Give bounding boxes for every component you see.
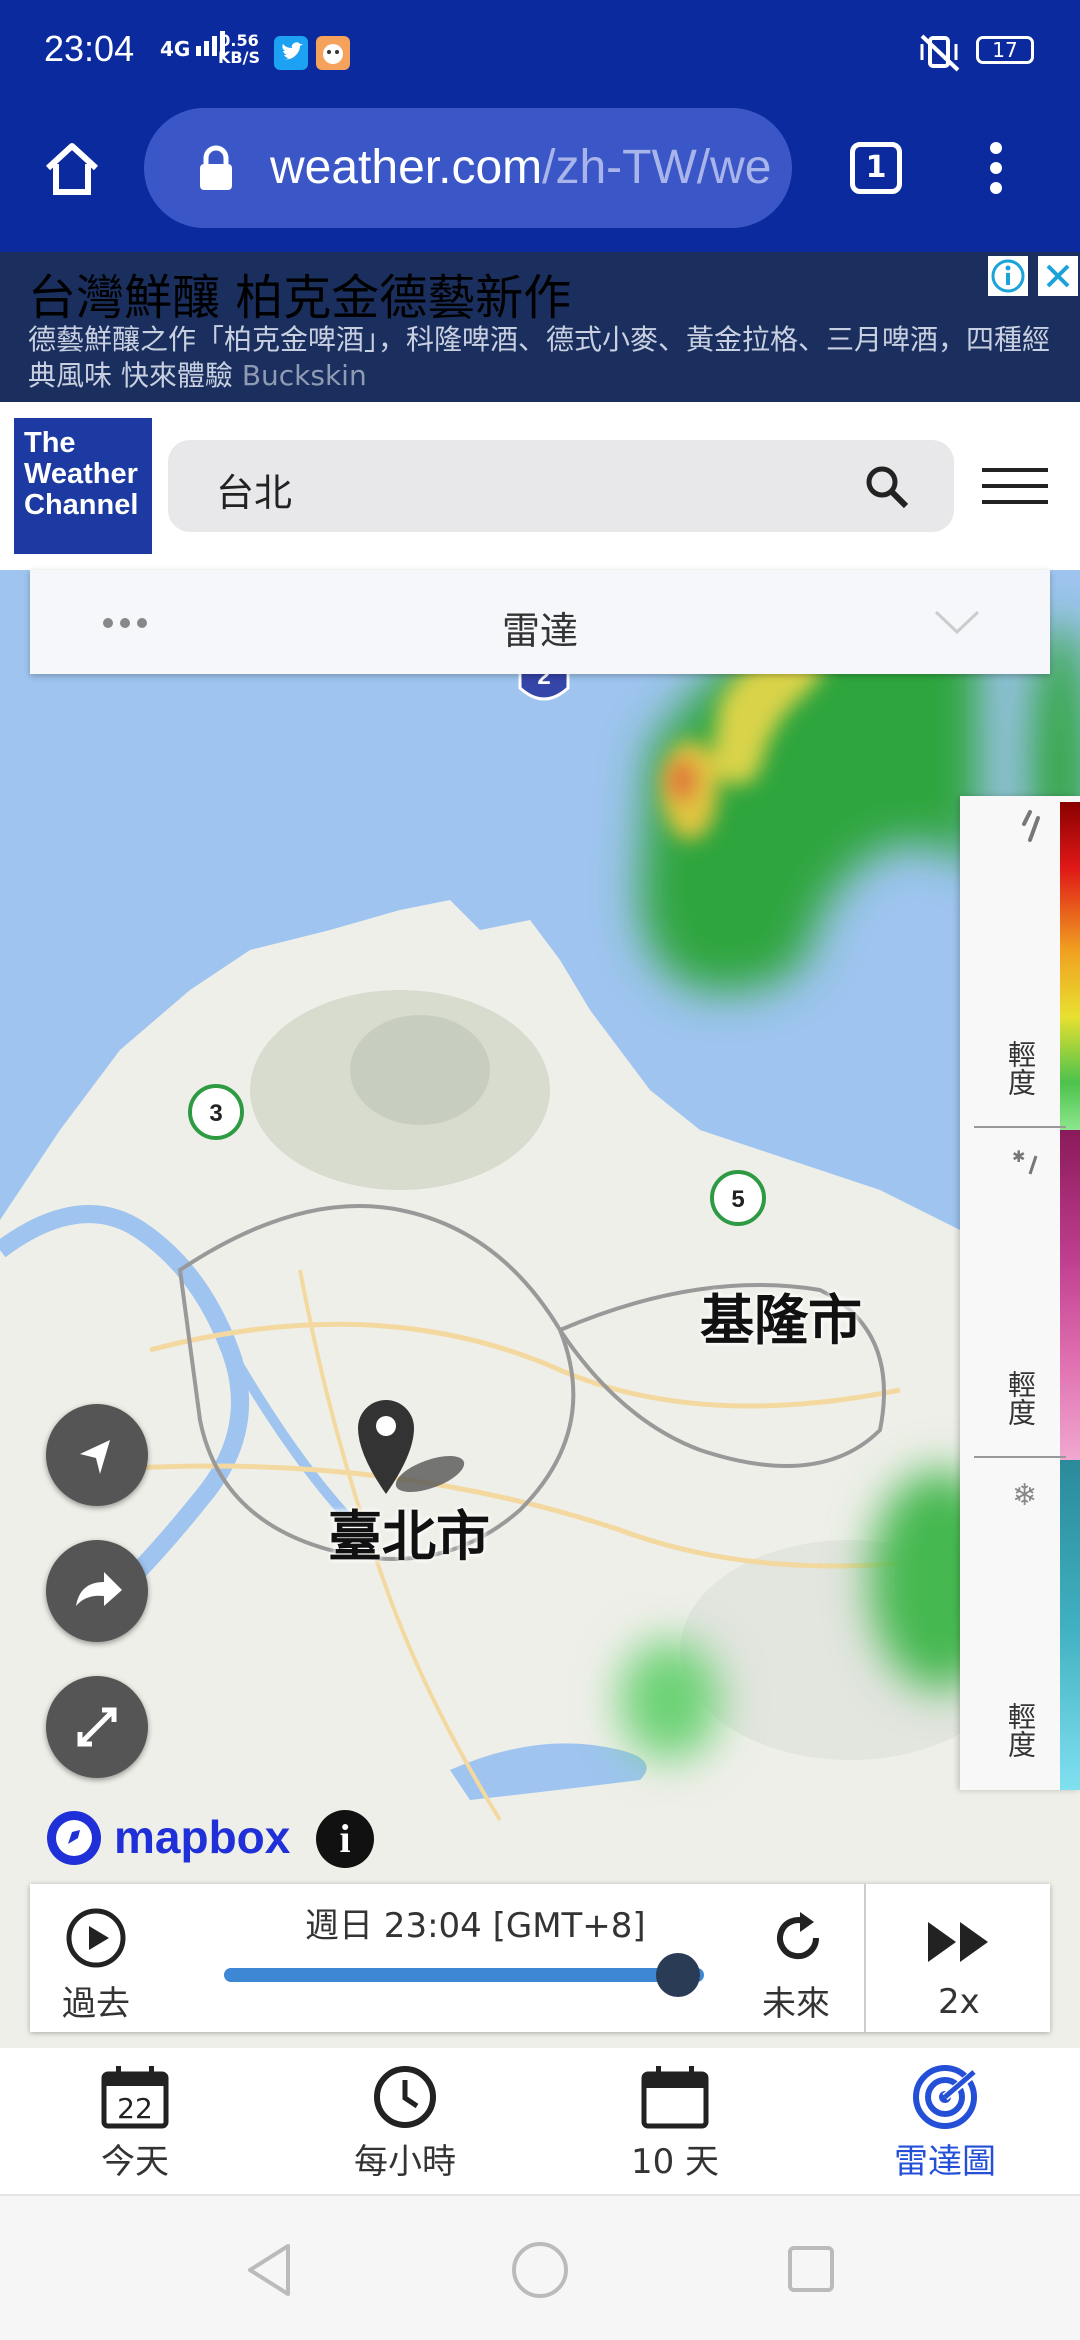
search-value: 台北 xyxy=(216,471,293,515)
ad-title[interactable]: 台灣鮮釀 柏克金德藝新作 xyxy=(28,258,571,328)
network-type: 4G xyxy=(160,37,191,61)
timeline-slider-handle[interactable] xyxy=(656,1953,700,1997)
layer-selector[interactable]: 雷達 xyxy=(30,570,1050,674)
status-bar: 23:04 4G 0.56 KB/S 17 xyxy=(0,0,1080,100)
svg-text:✱: ✱ xyxy=(1012,1147,1025,1166)
battery-level: 17 xyxy=(992,38,1018,62)
speed-label[interactable]: 2x xyxy=(938,1982,980,2022)
vibrate-mute-icon xyxy=(918,32,962,76)
today-day-number: 22 xyxy=(117,2092,153,2125)
route-marker-5: 5 xyxy=(708,1168,768,1232)
logo-line-2: Weather xyxy=(24,458,138,490)
future-label[interactable]: 未來 xyxy=(762,1976,830,2025)
search-icon[interactable] xyxy=(862,462,910,514)
mountain-peak xyxy=(350,1015,490,1125)
nav-radar-label: 雷達圖 xyxy=(894,2142,996,2182)
weather-channel-logo[interactable]: The Weather Channel xyxy=(14,418,152,554)
location-pin-icon[interactable] xyxy=(350,1394,470,1508)
share-arrow-icon xyxy=(76,1572,122,1606)
locate-me-button[interactable] xyxy=(46,1404,148,1506)
calendar-icon xyxy=(640,2064,710,2134)
lock-icon xyxy=(196,144,236,196)
nav-10day[interactable]: 10 天 xyxy=(540,2048,810,2194)
ad-body-text: 德藝鮮釀之作「柏克金啤酒」，科隆啤酒、德式小麥、黃金拉格、三月啤酒，四種經典風味… xyxy=(28,323,1051,392)
play-button[interactable] xyxy=(64,1906,128,1974)
fullscreen-button[interactable] xyxy=(46,1676,148,1778)
recents-icon[interactable] xyxy=(786,2244,836,2298)
nav-radar[interactable]: 雷達圖 xyxy=(810,2048,1080,2194)
home-circle-icon[interactable] xyxy=(510,2240,570,2304)
url-domain: weather.com xyxy=(270,141,543,194)
attribution-info-icon[interactable]: i xyxy=(316,1810,374,1868)
bottom-navigation: 22 今天 每小時 10 天 雷達圖 xyxy=(0,2048,1080,2196)
battery-indicator: 17 xyxy=(976,36,1034,64)
radar-legend: ✱ ❄ 輕度 輕度 輕度 xyxy=(960,796,1080,1790)
url-path: /zh-TW/we xyxy=(542,141,770,194)
mapbox-logo-icon[interactable] xyxy=(44,1808,104,1872)
ad-close-icon[interactable] xyxy=(1038,256,1078,296)
speed-unit: KB/S xyxy=(218,48,260,67)
nav-today[interactable]: 22 今天 xyxy=(0,2048,270,2194)
route-5-number: 5 xyxy=(731,1186,744,1213)
home-icon[interactable] xyxy=(42,140,102,200)
url-text[interactable]: weather.com/zh-TW/we xyxy=(270,140,770,195)
legend-light-snow: 輕度 xyxy=(1004,1702,1037,1758)
twitter-icon xyxy=(274,36,308,70)
timeline-divider xyxy=(864,1884,866,2032)
timeline-track[interactable] xyxy=(224,1968,704,1982)
clock-icon xyxy=(370,2064,440,2134)
tab-switcher-button[interactable]: 1 xyxy=(850,142,902,194)
logo-line-1: The xyxy=(24,427,76,459)
nav-hourly-label: 每小時 xyxy=(354,2142,456,2182)
radar-timeline: 過去 週日 23:04 [GMT+8] 未來 2x xyxy=(30,1884,1050,2032)
snowflake-icon: ❄ xyxy=(1012,1478,1038,1513)
navigation-arrow-icon xyxy=(80,1440,110,1474)
system-navigation-bar xyxy=(0,2196,1080,2340)
nav-today-label: 今天 xyxy=(101,2142,169,2182)
fast-forward-icon[interactable] xyxy=(924,1920,994,1968)
more-menu-icon[interactable] xyxy=(984,140,1008,200)
expand-icon xyxy=(77,1707,117,1747)
ad-info-icon[interactable] xyxy=(988,256,1028,296)
logo-line-3: Channel xyxy=(24,489,139,521)
nav-10day-label: 10 天 xyxy=(630,2142,720,2182)
rain-icon xyxy=(1012,810,1042,850)
legend-light-rain: 輕度 xyxy=(1004,1040,1037,1096)
route-marker-3: 3 xyxy=(186,1082,246,1146)
status-time: 23:04 xyxy=(44,28,135,69)
city-label-keelung: 基隆市 xyxy=(700,1289,862,1352)
past-label[interactable]: 過去 xyxy=(62,1976,130,2025)
layer-label: 雷達 xyxy=(501,609,578,653)
nav-hourly[interactable]: 每小時 xyxy=(270,2048,540,2194)
legend-divider xyxy=(974,1456,1066,1458)
mix-scale-bar xyxy=(1060,1130,1080,1460)
play-icon xyxy=(89,1926,109,1950)
chevron-down-icon[interactable] xyxy=(932,608,982,640)
mapbox-attribution[interactable]: mapbox xyxy=(114,1810,290,1864)
ad-brand: Buckskin xyxy=(241,359,367,392)
timeline-time: 週日 23:04 [GMT+8] xyxy=(305,1906,646,1946)
back-icon[interactable] xyxy=(244,2242,294,2302)
tab-count: 1 xyxy=(865,150,887,185)
app-notification-icon xyxy=(316,36,350,70)
route-3-number: 3 xyxy=(209,1100,222,1127)
radar-icon xyxy=(910,2062,981,2136)
legend-light-mix: 輕度 xyxy=(1004,1370,1037,1426)
sleet-icon: ✱ xyxy=(1012,1146,1042,1186)
data-speed: 0.56 KB/S xyxy=(218,32,260,66)
refresh-icon[interactable] xyxy=(766,1906,830,1974)
share-button[interactable] xyxy=(46,1540,148,1642)
snow-scale-bar xyxy=(1060,1460,1080,1790)
hamburger-menu-icon[interactable] xyxy=(982,464,1048,512)
ad-body[interactable]: 德藝鮮釀之作「柏克金啤酒」，科隆啤酒、德式小麥、黃金拉格、三月啤酒，四種經典風味… xyxy=(28,322,1068,394)
legend-divider xyxy=(974,1126,1066,1128)
rain-scale-bar xyxy=(1060,802,1080,1132)
